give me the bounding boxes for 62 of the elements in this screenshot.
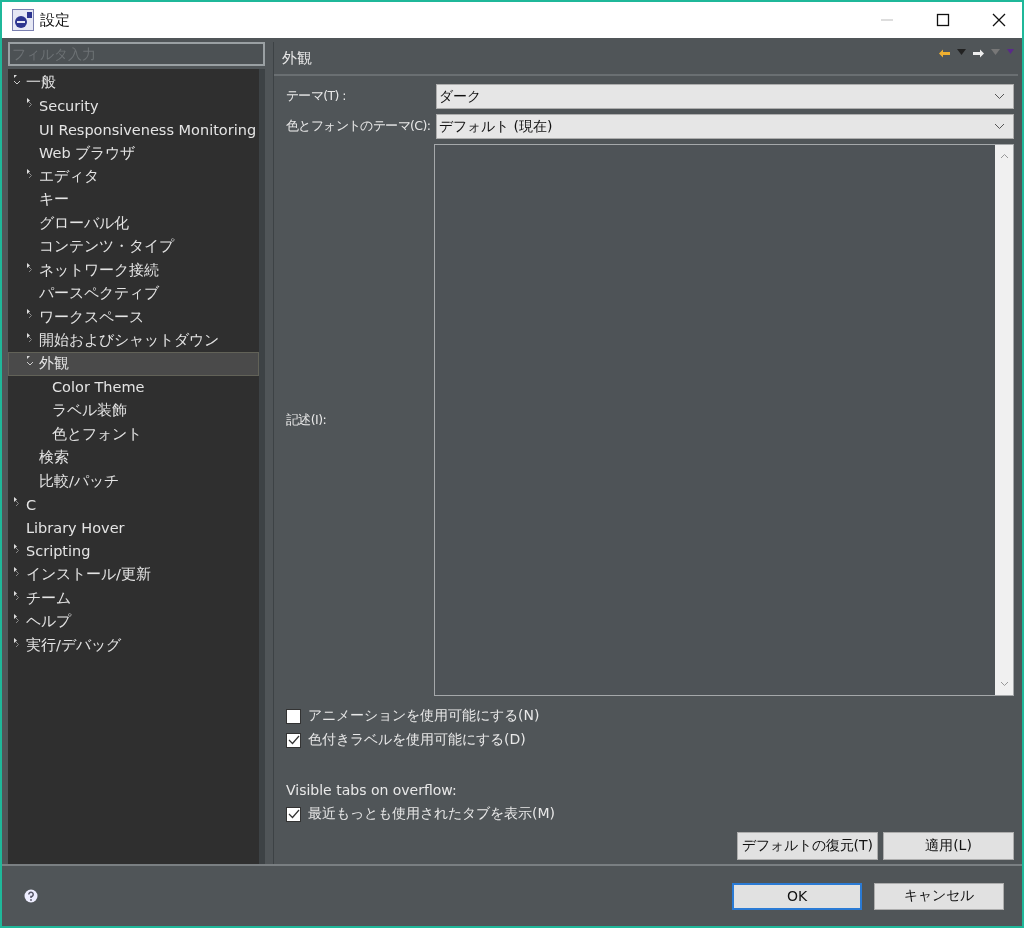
tree-item[interactable]: ワークスペース <box>8 305 259 329</box>
tree-item[interactable]: 比較/パッチ <box>8 469 259 493</box>
tree-item[interactable]: Library Hover <box>8 516 259 540</box>
collapsed-arrow-icon[interactable] <box>26 308 35 321</box>
field-label: 色とフォントのテーマ(C): <box>286 118 432 135</box>
tree-item[interactable]: チーム <box>8 586 259 611</box>
tree-item[interactable]: グローバル化 <box>8 211 259 236</box>
forward-arrow-icon[interactable] <box>973 49 984 58</box>
tree-item[interactable]: キー <box>8 188 259 212</box>
window-title: 設定 <box>40 10 70 30</box>
collapsed-arrow-icon[interactable] <box>26 331 35 344</box>
collapsed-arrow-icon[interactable] <box>13 542 22 555</box>
expanded-arrow-icon[interactable] <box>26 355 35 368</box>
collapsed-arrow-icon[interactable] <box>13 566 22 579</box>
field-label: 記述(I): <box>286 411 328 429</box>
tree-item[interactable]: Security <box>8 94 259 118</box>
page-title: 外観 <box>282 48 312 68</box>
collapsed-arrow-icon[interactable] <box>13 495 22 508</box>
tree-item[interactable]: インストール/更新 <box>8 563 259 587</box>
section-label: Visible tabs on overflow: <box>286 781 458 800</box>
tree-item[interactable]: コンテンツ・タイプ <box>8 235 259 259</box>
collapsed-arrow-icon[interactable] <box>13 636 22 649</box>
help-icon[interactable] <box>24 889 38 903</box>
page-button[interactable]: 適用(L) <box>883 832 1014 860</box>
page-button[interactable]: デフォルトの復元(T) <box>736 832 878 860</box>
app-logo-icon <box>12 9 34 31</box>
chevron-down-icon <box>994 123 1005 130</box>
tree-item[interactable]: Scripting <box>8 539 259 564</box>
dropdown[interactable]: ダーク <box>436 84 1014 109</box>
checkbox-label: 色付きラベルを使用可能にする(D) <box>308 731 526 749</box>
collapsed-arrow-icon[interactable] <box>26 261 35 274</box>
checkbox[interactable] <box>286 806 301 822</box>
field-label: テーマ(T) : <box>286 88 347 105</box>
tree-item[interactable]: Color Theme <box>8 375 259 400</box>
dropdown[interactable]: デフォルト (現在) <box>436 114 1014 139</box>
tree-item[interactable]: 色とフォント <box>8 422 259 446</box>
chevron-down-icon <box>994 93 1005 100</box>
checkbox-label: 最近もっとも使用されたタブを表示(M) <box>308 805 555 823</box>
tree-item[interactable]: 外観 <box>8 352 259 376</box>
collapsed-arrow-icon[interactable] <box>26 97 35 110</box>
collapsed-arrow-icon[interactable] <box>13 589 22 602</box>
dialog-button[interactable]: OK <box>732 882 862 910</box>
dialog-button[interactable]: キャンセル <box>874 882 1004 910</box>
tree-item[interactable]: UI Responsiveness Monitoring <box>8 117 259 142</box>
tree-item[interactable]: ネットワーク接続 <box>8 258 259 282</box>
tree-item[interactable]: エディタ <box>8 164 259 189</box>
tree-item[interactable]: 開始およびシャットダウン <box>8 328 259 353</box>
tree-item[interactable]: C <box>8 492 259 517</box>
expanded-arrow-icon[interactable] <box>13 74 22 86</box>
collapsed-arrow-icon[interactable] <box>26 167 35 180</box>
tree-item[interactable]: ラベル装飾 <box>8 399 259 423</box>
checkbox-label: アニメーションを使用可能にする(N) <box>308 707 540 725</box>
tree-item[interactable]: 一般 <box>8 71 259 95</box>
tree-item[interactable]: 実行/デバッグ <box>8 633 259 657</box>
tree-item[interactable]: 検索 <box>8 446 259 470</box>
checkbox[interactable] <box>286 708 301 724</box>
tree-item[interactable]: Web ブラウザ <box>8 141 259 165</box>
tree-item[interactable]: ヘルプ <box>8 610 259 634</box>
back-arrow-icon[interactable] <box>939 49 950 58</box>
collapsed-arrow-icon[interactable] <box>13 613 22 626</box>
checkbox[interactable] <box>286 732 301 748</box>
tree-item[interactable]: パースペクティブ <box>8 281 259 306</box>
